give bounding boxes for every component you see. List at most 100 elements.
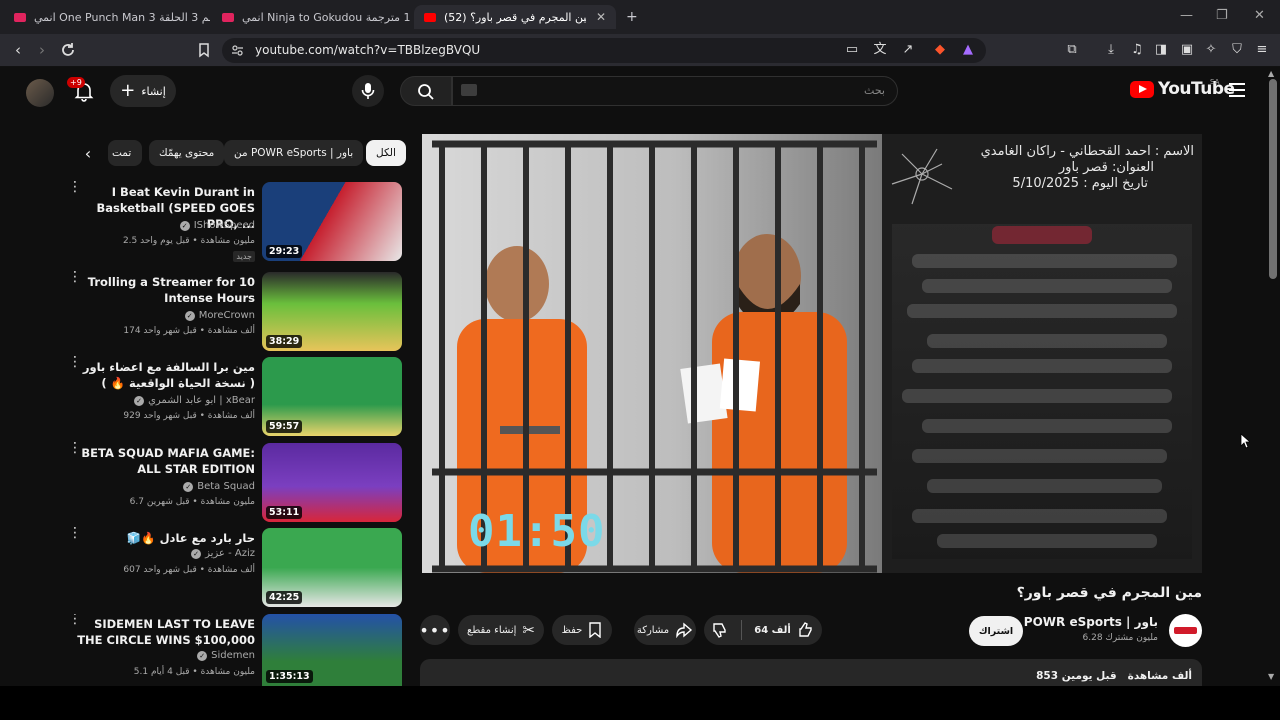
cast-icon[interactable]: ▭ [844, 42, 860, 58]
guide-menu-icon[interactable] [1229, 83, 1245, 101]
create-button[interactable]: + إنشاء [110, 75, 176, 107]
video-title[interactable]: مين برا السالفة مع اعضاء باور ( نسخة الح… [75, 359, 255, 391]
close-window-icon[interactable]: ✕ [1254, 8, 1265, 23]
more-actions-button[interactable]: ••• [419, 615, 451, 645]
sidebar-toggle-icon[interactable]: ◨ [1153, 42, 1169, 58]
more-options-icon[interactable]: ⋮ [68, 270, 82, 284]
maximize-icon[interactable]: ❐ [1216, 8, 1228, 23]
video-thumbnail[interactable]: 59:57 [262, 357, 402, 436]
recommendation-item[interactable]: 59:57 ⋮ مين برا السالفة مع اعضاء باور ( … [60, 355, 402, 437]
translate-icon[interactable]: 文 [872, 42, 888, 58]
video-title[interactable]: 🧊🔥 حار بارد مع عادل [75, 530, 255, 546]
video-thumbnail[interactable]: 42:25 [262, 528, 402, 607]
channel-name[interactable]: ✓ Sidemen [197, 650, 255, 661]
browser-tab-active[interactable]: (52) مين المجرم في قصر باور؟ - YouTube ✕ [414, 5, 616, 29]
like-count: 64 ألف [754, 624, 791, 636]
recommendation-item[interactable]: 53:11 ⋮ BETA SQUAD MAFIA GAME: ALL STAR … [60, 441, 402, 523]
channel-name[interactable]: ✓ IShowSpeed [179, 220, 255, 231]
chip-more[interactable]: تمت [108, 140, 142, 166]
minimize-icon[interactable]: — [1180, 8, 1193, 23]
media-icon[interactable]: ♫ [1129, 42, 1145, 58]
screenshot-icon[interactable]: ⧉ [1064, 42, 1080, 58]
recommendation-item[interactable]: 42:25 ⋮ 🧊🔥 حار بارد مع عادل ✓ عزيز - Aziz… [60, 526, 402, 608]
video-meta: 2.5 مليون مشاهدة • قبل يوم واحد [122, 236, 255, 246]
video-title[interactable]: SIDEMEN LAST TO LEAVE THE CIRCLE WINS $1… [75, 616, 255, 648]
youtube-wordmark: YouTube [1158, 79, 1235, 99]
chips-scroll-left-icon[interactable]: ‹ [78, 140, 98, 166]
back-icon[interactable]: ‹ [8, 40, 28, 60]
like-divider [741, 620, 743, 640]
video-meta: 929 ألف مشاهدة • قبل شهر واحد [123, 411, 255, 421]
more-options-icon[interactable]: ⋮ [68, 355, 82, 369]
region-code: SA [1210, 78, 1220, 86]
video-thumbnail[interactable]: 53:11 [262, 443, 402, 522]
address-bar[interactable]: youtube.com/watch?v=TBBlzegBVQU ▭ 文 ↗ ◆ … [222, 38, 986, 63]
voice-search-button[interactable] [352, 75, 384, 107]
download-icon[interactable]: ⤓ [1103, 42, 1119, 58]
leo-ai-icon[interactable]: ✧ [1203, 42, 1219, 58]
browser-tab[interactable]: انمي Ninja to Gokudou الحلقة 1 مترجمة [212, 5, 412, 29]
more-horizontal-icon: ••• [419, 620, 451, 640]
channel-name[interactable]: ✓ ابو عابد الشمري | xBear [134, 395, 255, 406]
chip-from-channel[interactable]: من POWR eSports | باور [224, 140, 364, 166]
recommendation-item[interactable]: 29:23 ⋮ I Beat Kevin Durant in Basketbal… [60, 180, 402, 262]
new-tab-button[interactable]: + [620, 5, 644, 29]
bookmark-icon[interactable] [196, 42, 212, 58]
share-button[interactable]: مشاركة [634, 615, 696, 645]
recommendation-item[interactable]: 1:35:13 ⋮ SIDEMEN LAST TO LEAVE THE CIRC… [60, 614, 402, 686]
channel-name-main[interactable]: POWR eSports | باور [1024, 615, 1158, 629]
clip-button[interactable]: إنشاء مقطع ✂ [458, 615, 544, 645]
search-button[interactable] [400, 76, 452, 106]
channel-avatar[interactable] [1169, 614, 1202, 647]
chip-all[interactable]: الكل [366, 140, 406, 166]
reload-icon[interactable] [58, 40, 78, 60]
wallet-icon[interactable]: ▣ [1179, 42, 1195, 58]
notifications-count-badge: +9 [67, 77, 85, 88]
video-thumbnail[interactable]: 38:29 [262, 272, 402, 351]
more-options-icon[interactable]: ⋮ [68, 526, 82, 540]
forward-icon[interactable]: › [32, 40, 52, 60]
subscribe-button[interactable]: اشتراك [969, 616, 1023, 646]
youtube-play-icon [1130, 80, 1154, 98]
site-settings-icon[interactable] [231, 44, 244, 57]
video-title[interactable]: BETA SQUAD MAFIA GAME: ALL STAR EDITION [75, 445, 255, 477]
new-badge: جديد [233, 251, 255, 262]
chip-recommended[interactable]: محتوى يهمّك [149, 140, 225, 166]
dislike-button[interactable] [711, 621, 729, 639]
microphone-icon [361, 83, 375, 99]
like-button[interactable] [797, 621, 815, 639]
browser-tab[interactable]: انمي One Punch Man 3 الموسم 3 الحلقة [4, 5, 210, 29]
scroll-down-icon[interactable]: ▼ [1268, 672, 1274, 681]
more-options-icon[interactable]: ⋮ [68, 441, 82, 455]
video-player[interactable]: الاسم : احمد القحطاني - راكان الغامدي ال… [422, 134, 1202, 573]
subscriber-count: 6.28 مليون مشترك [1082, 633, 1159, 643]
channel-name[interactable]: ✓ عزيز - Aziz [191, 548, 255, 559]
verified-icon: ✓ [134, 395, 145, 406]
keyboard-icon[interactable] [461, 84, 477, 96]
page-scrollbar[interactable] [1269, 79, 1277, 279]
video-thumbnail[interactable]: 29:23 [262, 182, 402, 261]
avatar[interactable] [26, 79, 54, 107]
video-timer-overlay: 01:50 [468, 506, 606, 557]
scroll-up-icon[interactable]: ▲ [1268, 69, 1274, 78]
site-favicon-icon [222, 12, 234, 22]
brave-shield-icon[interactable]: ◆ [932, 42, 948, 58]
video-title[interactable]: Trolling a Streamer for 10 Intense Hours [75, 274, 255, 306]
more-options-icon[interactable]: ⋮ [68, 180, 82, 194]
tab-close-icon[interactable]: ✕ [596, 10, 606, 24]
video-meta: 5.1 مليون مشاهدة • قبل 4 أيام [133, 667, 255, 677]
more-options-icon[interactable]: ⋮ [68, 614, 82, 626]
video-duration: 59:57 [266, 420, 303, 433]
recommendation-item[interactable]: 38:29 ⋮ Trolling a Streamer for 10 Inten… [60, 270, 402, 352]
channel-name[interactable]: ✓ MoreCrown [184, 310, 255, 321]
video-title-main: مين المجرم في قصر باور؟ [1016, 585, 1202, 601]
search-input[interactable]: بحث [452, 76, 898, 106]
menu-icon[interactable]: ≡ [1254, 42, 1270, 58]
channel-name[interactable]: ✓ Beta Squad [183, 481, 255, 492]
rewards-icon[interactable]: ▲ [960, 42, 976, 58]
vpn-icon[interactable]: ⛉ [1229, 42, 1245, 58]
share-page-icon[interactable]: ↗ [900, 42, 916, 58]
video-thumbnail[interactable]: 1:35:13 [262, 614, 402, 686]
save-button[interactable]: حفظ [552, 615, 612, 645]
share-icon [676, 622, 693, 638]
